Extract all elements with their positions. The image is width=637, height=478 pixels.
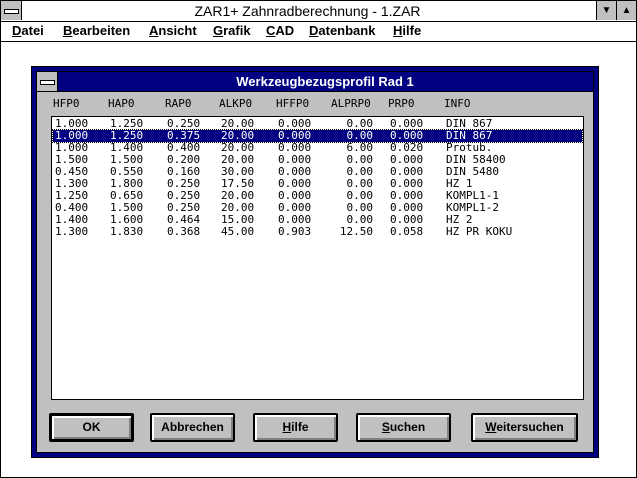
cancel-button[interactable]: Abbrechen [150, 413, 235, 442]
menu-bar: Datei Bearbeiten Ansicht Grafik CAD Date… [1, 22, 636, 42]
column-header-hap0: HAP0 [108, 97, 135, 110]
cell-alprp0: 12.50 [339, 225, 373, 238]
dialog-system-menu-icon[interactable] [37, 72, 58, 91]
cancel-button-label: Abbrechen [161, 420, 224, 434]
menu-cad[interactable]: CAD [266, 23, 294, 38]
window-title: ZAR1+ Zahnradberechnung - 1.ZAR [194, 3, 421, 19]
menu-hilfe[interactable]: Hilfe [393, 23, 421, 38]
cell-rap0: 0.368 [167, 225, 201, 238]
cell-alkp0: 45.00 [221, 225, 255, 238]
cell-prp0: 0.058 [390, 225, 424, 238]
profile-list[interactable]: 1.000 1.250 0.250 20.00 0.000 0.00 0.000… [51, 116, 584, 400]
search-next-button[interactable]: Weitersuchen [471, 413, 578, 442]
search-button-label: Suchen [381, 420, 426, 434]
column-header-info: INFO [444, 97, 471, 110]
column-header-hffp0: HFFP0 [276, 97, 310, 110]
help-button-label: Hilfe [282, 420, 309, 434]
column-header-rap0: RAP0 [165, 97, 192, 110]
cell-info: HZ PR KOKU [446, 225, 513, 238]
cell-hfp0: 1.300 [55, 225, 89, 238]
cell-hffp0: 0.903 [278, 225, 312, 238]
column-header-alprp0: ALPRP0 [331, 97, 371, 110]
help-button[interactable]: Hilfe [253, 413, 338, 442]
list-item[interactable]: 1.300 1.830 0.368 45.00 0.903 12.50 0.05… [53, 225, 582, 238]
column-header-alkp0: ALKP0 [219, 97, 253, 110]
column-header-hfp0: HFP0 [53, 97, 80, 110]
maximize-button[interactable]: ▲ [616, 1, 636, 20]
ok-button[interactable]: OK [49, 413, 134, 442]
dialog-title-bar[interactable]: Werkzeugbezugsprofil Rad 1 [37, 72, 593, 92]
menu-datei[interactable]: Datei [12, 23, 44, 38]
menu-ansicht[interactable]: Ansicht [149, 23, 197, 38]
menu-bearbeiten[interactable]: Bearbeiten [63, 23, 130, 38]
menu-grafik[interactable]: Grafik [213, 23, 251, 38]
title-bar[interactable]: ZAR1+ Zahnradberechnung - 1.ZAR ▼ ▲ [1, 1, 636, 22]
search-button[interactable]: Suchen [356, 413, 451, 442]
system-menu-icon[interactable] [1, 1, 22, 20]
cell-hap0: 1.830 [110, 225, 144, 238]
menu-datenbank[interactable]: Datenbank [309, 23, 375, 38]
ok-button-label: OK [82, 420, 101, 434]
column-header-prp0: PRP0 [388, 97, 415, 110]
dialog-title: Werkzeugbezugsprofil Rad 1 [236, 74, 414, 89]
search-next-button-label: Weitersuchen [485, 420, 564, 434]
minimize-button[interactable]: ▼ [596, 1, 616, 20]
